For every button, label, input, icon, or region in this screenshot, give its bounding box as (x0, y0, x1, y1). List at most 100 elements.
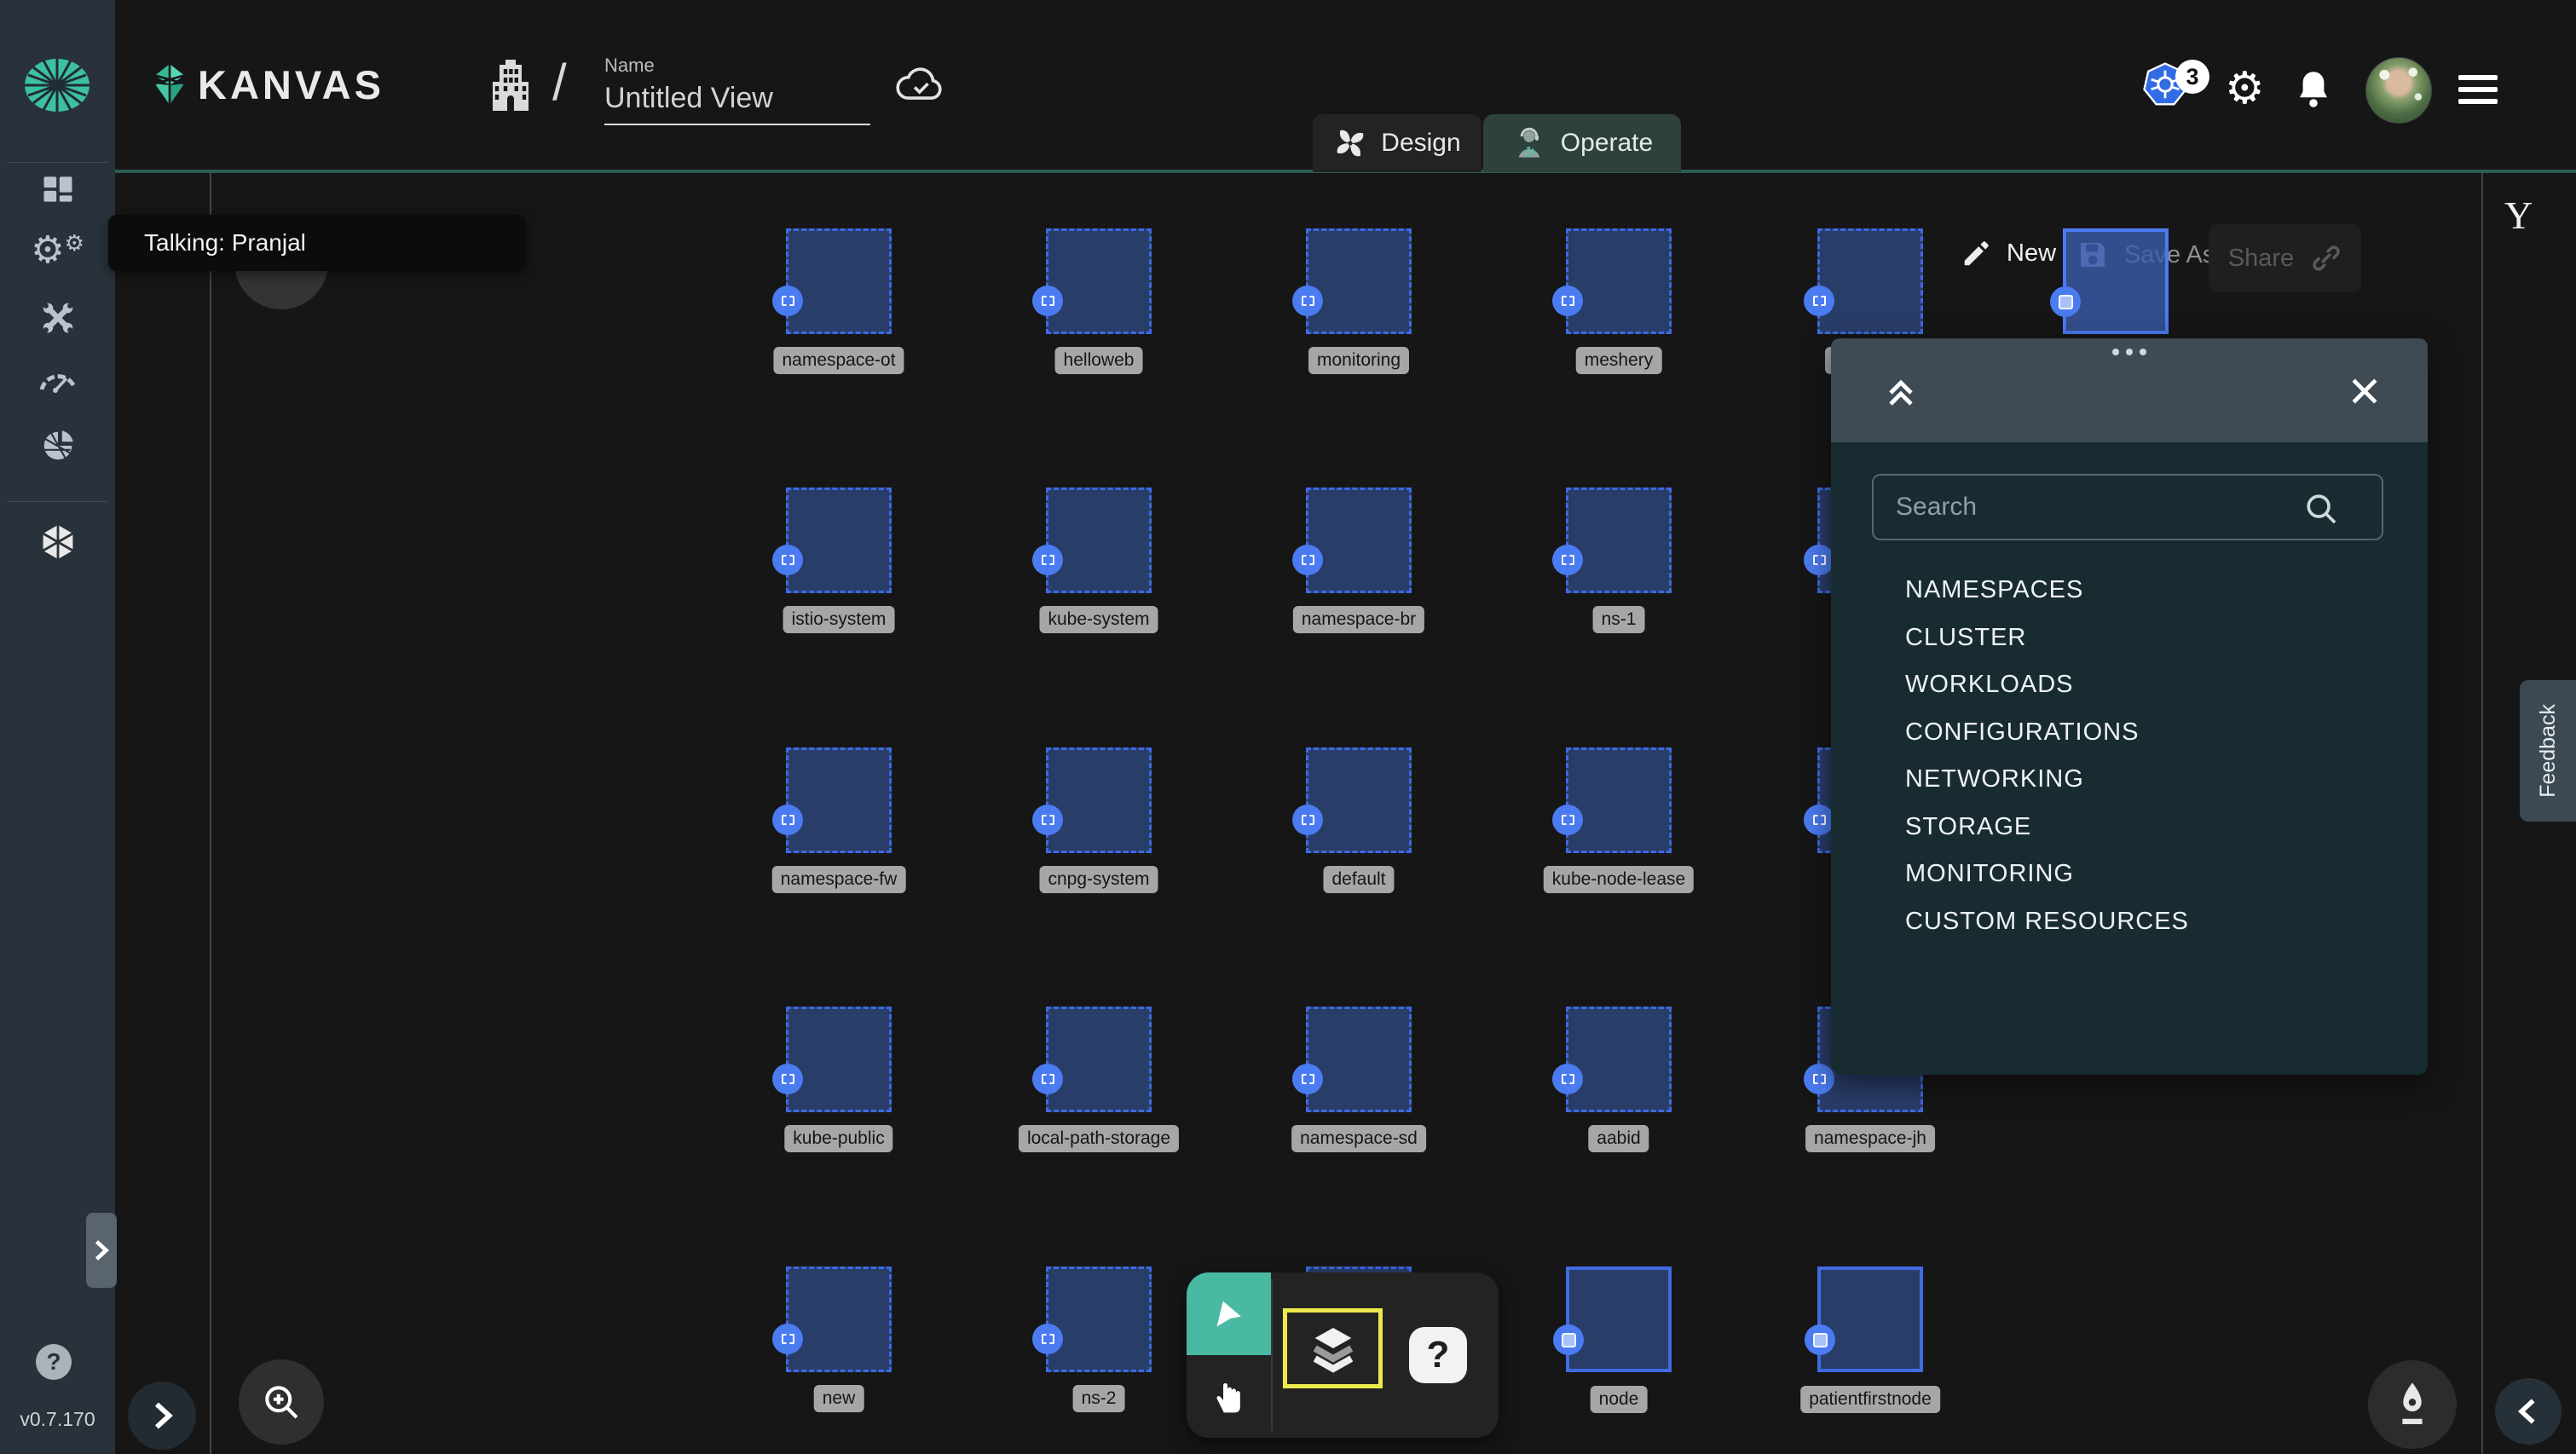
canvas-node[interactable]: ns-1 (1566, 488, 1672, 593)
resource-category-monitoring[interactable]: MONITORING (1905, 860, 2074, 888)
app-version: v0.7.170 (0, 1408, 115, 1431)
connection-handle-icon[interactable] (772, 1064, 803, 1094)
select-tool-button[interactable] (1187, 1272, 1271, 1355)
expand-right-button[interactable] (128, 1382, 196, 1450)
connection-handle-icon[interactable] (1552, 286, 1583, 316)
canvas-node[interactable]: monitoring (1306, 228, 1412, 334)
share-button[interactable]: Share (2209, 224, 2361, 292)
canvas-node[interactable]: namespace-ot (786, 228, 892, 334)
canvas-node[interactable]: cnpg-system (1046, 747, 1152, 853)
connection-handle-icon[interactable] (772, 805, 803, 835)
resource-category-cluster[interactable]: CLUSTER (1905, 624, 2026, 652)
search-icon[interactable] (2302, 489, 2341, 528)
node-label: local-path-storage (1019, 1125, 1179, 1152)
resource-category-workloads[interactable]: WORKLOADS (1905, 671, 2074, 699)
node-label: new (814, 1385, 864, 1412)
connection-handle-icon[interactable] (1032, 286, 1063, 316)
pencil-icon (1961, 237, 1993, 269)
canvas-node[interactable]: new (786, 1266, 892, 1372)
sidebar-item-dashboard[interactable] (0, 170, 115, 208)
canvas-node[interactable]: helloweb (1046, 228, 1152, 334)
new-button[interactable]: New (1961, 237, 2056, 269)
close-icon[interactable] (2346, 372, 2383, 410)
toolbar-help-button[interactable]: ? (1409, 1327, 1467, 1383)
handle-glyph (1562, 555, 1574, 565)
connection-handle-icon[interactable] (1552, 545, 1583, 575)
connection-handle-icon[interactable] (1292, 545, 1323, 575)
handle-glyph (1562, 815, 1574, 825)
node-label: namespace-sd (1291, 1125, 1426, 1152)
sidebar-item-performance[interactable] (0, 365, 115, 394)
sidebar-expand-tab[interactable] (86, 1213, 117, 1288)
collapse-right-rail-button[interactable] (2495, 1378, 2562, 1445)
feedback-tab[interactable]: Feedback (2520, 680, 2576, 822)
resource-category-networking[interactable]: NETWORKING (1905, 765, 2084, 793)
canvas-node[interactable]: namespace-br (1306, 488, 1412, 593)
zoom-in-button[interactable] (239, 1359, 324, 1445)
node-label: namespace-ot (773, 347, 904, 374)
handle-glyph (1813, 1074, 1826, 1084)
handle-glyph (1042, 1074, 1054, 1084)
handle-glyph (1562, 296, 1574, 306)
canvas-node[interactable]: namespace-fw (786, 747, 892, 853)
canvas-node[interactable]: istio-system (786, 488, 892, 593)
connection-handle-icon[interactable] (1032, 1064, 1063, 1094)
canvas-node[interactable]: kube-public (786, 1007, 892, 1112)
collaboration-y-icon[interactable]: Y (2504, 193, 2533, 238)
cluster-count-badge[interactable]: 3 (2175, 60, 2209, 94)
connection-handle-icon[interactable] (1804, 545, 1834, 575)
layers-tool-button[interactable] (1283, 1308, 1383, 1388)
canvas-node[interactable]: patientfirstnode (1817, 1266, 1923, 1372)
canvas-node[interactable]: default (1306, 747, 1412, 853)
node-label: namespace-jh (1805, 1125, 1935, 1152)
resource-category-configurations[interactable]: CONFIGURATIONS (1905, 718, 2139, 747)
connection-handle-icon[interactable] (1804, 805, 1834, 835)
sidebar-item-component[interactable] (0, 522, 115, 563)
node-label: node (1591, 1386, 1648, 1413)
feedback-label: Feedback (2536, 704, 2561, 798)
collapse-up-icon[interactable] (1880, 371, 1921, 412)
canvas-node[interactable]: aabid (1566, 1007, 1672, 1112)
canvas-node[interactable]: node (1566, 1266, 1672, 1372)
connection-handle-icon[interactable] (1804, 286, 1834, 316)
help-button[interactable]: ? (36, 1344, 72, 1380)
canvas-node[interactable]: local-path-storage (1046, 1007, 1152, 1112)
sidebar-item-toolkit[interactable] (0, 298, 115, 338)
handle-glyph (1302, 555, 1314, 565)
sidebar-item-extensions[interactable] (0, 426, 115, 465)
sidebar-item-lifecycle[interactable]: ⚙⚙ (0, 232, 115, 269)
canvas-node[interactable]: ns-2 (1046, 1266, 1152, 1372)
canvas-node[interactable]: kube-node-lease (1566, 747, 1672, 853)
resource-category-custom-resources[interactable]: CUSTOM RESOURCES (1905, 908, 2189, 936)
connection-handle-icon[interactable] (1552, 1064, 1583, 1094)
canvas-node[interactable]: kube-system (1046, 488, 1152, 593)
handle-glyph (1302, 1074, 1314, 1084)
connection-handle-icon[interactable] (2050, 286, 2081, 317)
pen-tool-button[interactable] (2368, 1360, 2457, 1449)
connection-handle-icon[interactable] (772, 286, 803, 316)
node-label: istio-system (783, 606, 895, 633)
canvas-node[interactable]: meshery (1566, 228, 1672, 334)
connection-handle-icon[interactable] (772, 1324, 803, 1354)
connection-handle-icon[interactable] (1553, 1324, 1584, 1355)
resource-category-namespaces[interactable]: NAMESPACES (1905, 576, 2083, 604)
connection-handle-icon[interactable] (1552, 805, 1583, 835)
connection-handle-icon[interactable] (1292, 805, 1323, 835)
dock-drag-handle[interactable] (2112, 349, 2146, 355)
pan-tool-button[interactable] (1187, 1355, 1271, 1438)
connection-handle-icon[interactable] (1292, 1064, 1323, 1094)
connection-handle-icon[interactable] (1032, 805, 1063, 835)
connection-handle-icon[interactable] (1032, 545, 1063, 575)
connection-handle-icon[interactable] (1805, 1324, 1835, 1355)
canvas-node[interactable]: s (1817, 228, 1923, 334)
canvas-node[interactable]: namespace-sd (1306, 1007, 1412, 1112)
connection-handle-icon[interactable] (1804, 1064, 1834, 1094)
node-label: namespace-fw (772, 866, 906, 893)
meshery-logo-icon[interactable] (22, 56, 92, 114)
connection-handle-icon[interactable] (1292, 286, 1323, 316)
connection-handle-icon[interactable] (1032, 1324, 1063, 1354)
connection-handle-icon[interactable] (772, 545, 803, 575)
hexagon-icon (38, 522, 78, 563)
resource-category-storage[interactable]: STORAGE (1905, 813, 2031, 841)
canvas-node[interactable] (2063, 228, 2169, 334)
